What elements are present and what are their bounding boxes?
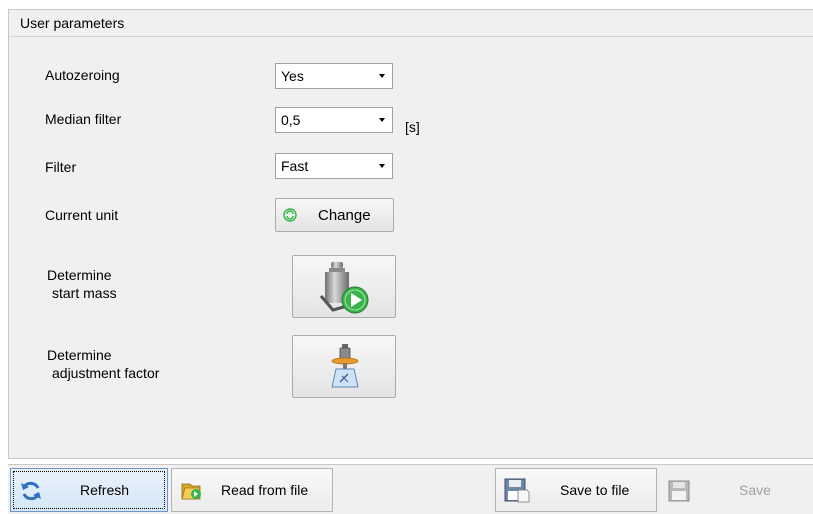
median-filter-select[interactable]: 0,5 — [275, 107, 393, 133]
filter-label: Filter — [45, 159, 77, 175]
median-filter-label: Median filter — [45, 111, 122, 127]
filter-select[interactable]: Fast — [275, 153, 393, 179]
autozeroing-value: Yes — [281, 68, 304, 84]
floppy-file-icon — [504, 478, 530, 503]
bottom-toolbar: Refresh Read from file Save to file Save — [8, 464, 813, 514]
adjustment-factor-label-line2: adjustment factor — [52, 365, 160, 381]
save-to-file-label: Save to file — [560, 482, 630, 498]
weight-play-icon — [319, 262, 369, 314]
change-unit-button-label: Change — [318, 207, 371, 224]
autozeroing-select[interactable]: Yes — [275, 63, 393, 89]
median-filter-unit: [s] — [405, 119, 420, 135]
floppy-disabled-icon — [668, 480, 690, 502]
autozeroing-label: Autozeroing — [45, 67, 120, 83]
adjustment-factor-label-line1: Determine — [47, 347, 112, 363]
start-mass-label-line1: Determine — [47, 267, 112, 283]
user-parameters-panel: User parameters Autozeroing Yes Median f… — [8, 9, 813, 459]
chevron-down-icon — [379, 74, 385, 78]
save-label: Save — [739, 482, 771, 498]
change-unit-icon — [283, 208, 297, 222]
chevron-down-icon — [379, 164, 385, 168]
save-to-file-button[interactable]: Save to file — [495, 468, 657, 512]
scale-adjust-icon — [331, 344, 359, 388]
save-button[interactable]: Save — [660, 468, 813, 512]
folder-open-icon — [181, 483, 201, 500]
refresh-button[interactable]: Refresh — [10, 468, 168, 512]
chevron-down-icon — [379, 118, 385, 122]
determine-start-mass-button[interactable] — [292, 255, 396, 318]
refresh-icon — [21, 481, 41, 501]
start-mass-label-line2: start mass — [52, 285, 117, 301]
read-from-file-label: Read from file — [221, 482, 309, 498]
change-unit-button[interactable]: Change — [275, 198, 394, 232]
current-unit-label: Current unit — [45, 207, 119, 223]
refresh-label: Refresh — [80, 482, 130, 498]
panel-header: User parameters — [9, 10, 813, 37]
read-from-file-button[interactable]: Read from file — [171, 468, 333, 512]
filter-value: Fast — [281, 158, 309, 174]
determine-adjustment-factor-button[interactable] — [292, 335, 396, 398]
panel-title: User parameters — [20, 15, 125, 31]
median-filter-value: 0,5 — [281, 112, 301, 128]
